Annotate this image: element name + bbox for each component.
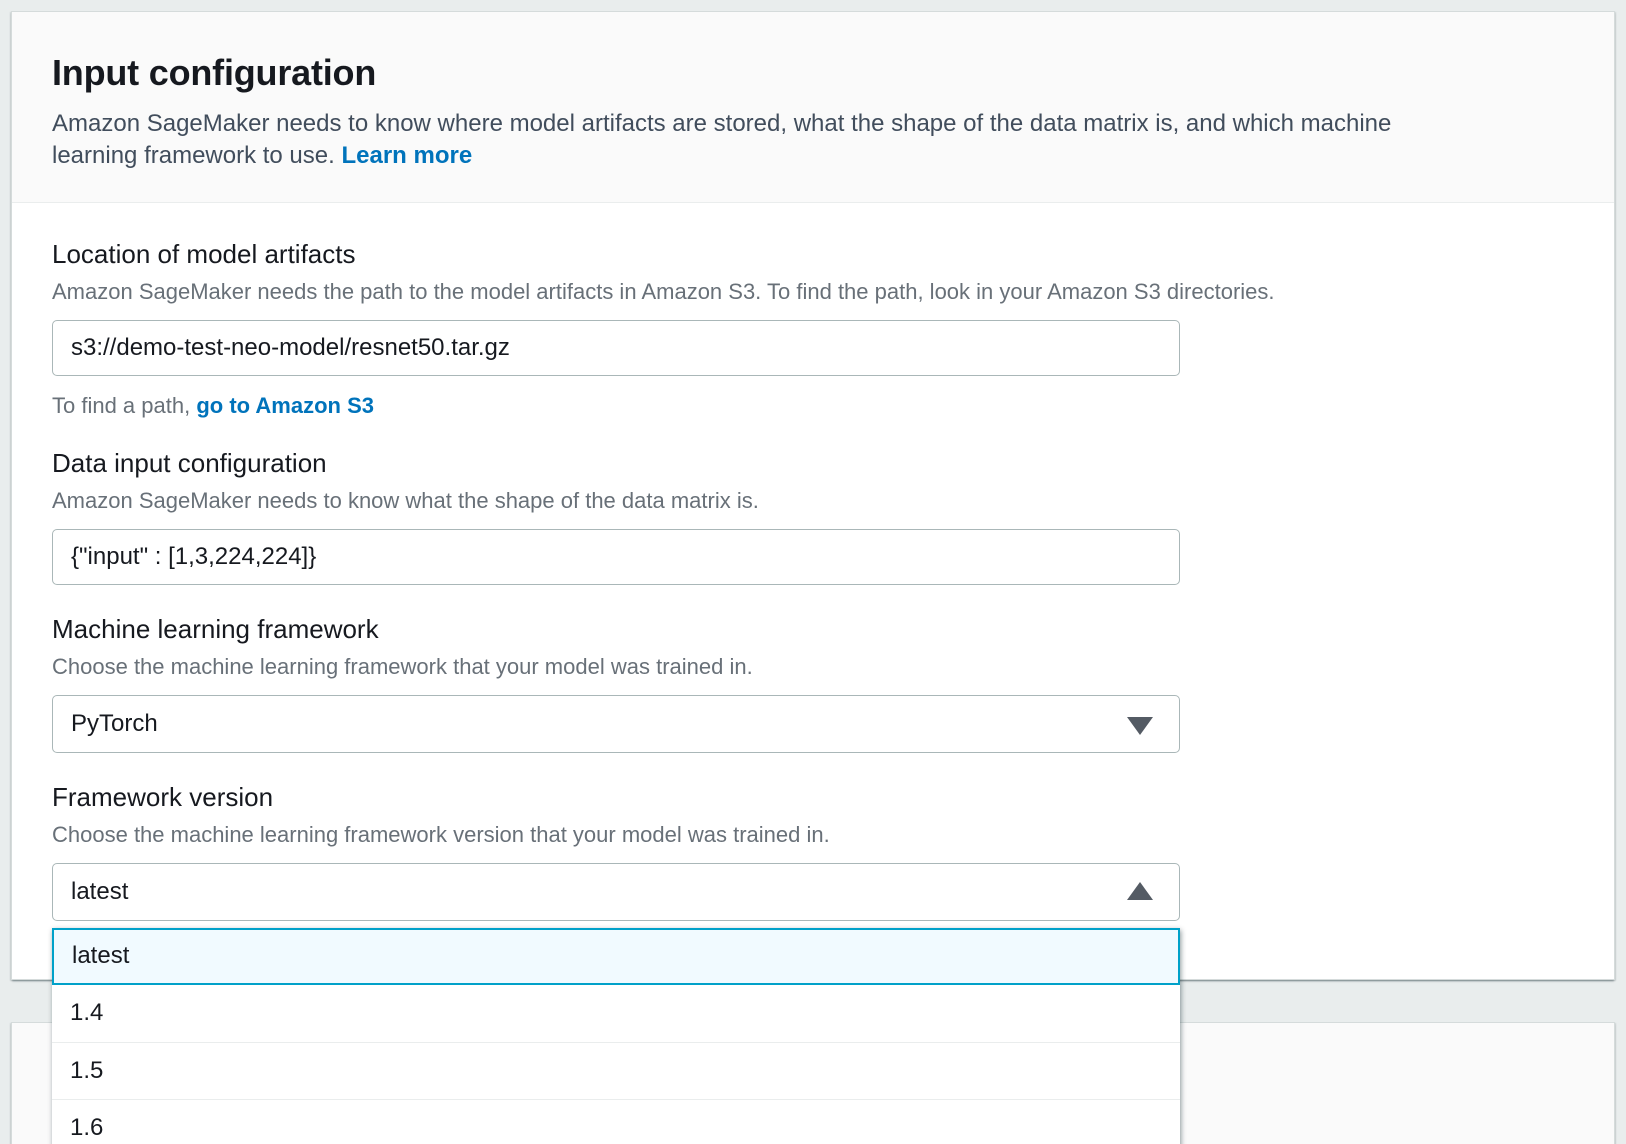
chevron-down-icon [1127, 717, 1153, 735]
section-description: Amazon SageMaker needs to know where mod… [52, 108, 1472, 172]
data-input-description: Amazon SageMaker needs to know what the … [52, 486, 1574, 516]
framework-version-description: Choose the machine learning framework ve… [52, 820, 1574, 850]
field-data-input-configuration: Data input configuration Amazon SageMake… [52, 446, 1574, 585]
learn-more-link[interactable]: Learn more [341, 142, 472, 169]
framework-description: Choose the machine learning framework th… [52, 652, 1574, 682]
page-background: Input configuration Amazon SageMaker nee… [0, 0, 1626, 1144]
framework-version-select-wrap: latest latest 1.4 1.5 1.6 [52, 863, 1180, 921]
dropdown-option-latest[interactable]: latest [52, 928, 1180, 985]
model-artifacts-description: Amazon SageMaker needs the path to the m… [52, 277, 1574, 307]
section-description-text: Amazon SageMaker needs to know where mod… [52, 110, 1391, 169]
framework-select-value: PyTorch [71, 710, 158, 738]
field-location-of-model-artifacts: Location of model artifacts Amazon SageM… [52, 237, 1574, 419]
section-header: Input configuration Amazon SageMaker nee… [12, 12, 1614, 203]
go-to-amazon-s3-link[interactable]: go to Amazon S3 [196, 393, 374, 418]
field-framework-version: Framework version Choose the machine lea… [52, 780, 1574, 921]
section-body: Location of model artifacts Amazon SageM… [12, 203, 1614, 979]
chevron-up-icon [1127, 882, 1153, 900]
framework-select[interactable]: PyTorch [52, 695, 1180, 753]
dropdown-option-1-4[interactable]: 1.4 [52, 985, 1180, 1042]
framework-label: Machine learning framework [52, 612, 1574, 646]
data-input-label: Data input configuration [52, 446, 1574, 480]
dropdown-option-1-5[interactable]: 1.5 [52, 1042, 1180, 1099]
input-configuration-card: Input configuration Amazon SageMaker nee… [11, 11, 1615, 980]
help-prefix-text: To find a path, [52, 393, 190, 418]
section-title: Input configuration [52, 52, 1574, 94]
field-machine-learning-framework: Machine learning framework Choose the ma… [52, 612, 1574, 753]
framework-version-select[interactable]: latest [52, 863, 1180, 921]
model-artifacts-help: To find a path, go to Amazon S3 [52, 393, 1574, 419]
framework-version-dropdown: latest 1.4 1.5 1.6 [52, 928, 1180, 1144]
model-artifacts-label: Location of model artifacts [52, 237, 1574, 271]
dropdown-option-1-6[interactable]: 1.6 [52, 1099, 1180, 1144]
framework-version-select-value: latest [71, 878, 128, 906]
framework-version-label: Framework version [52, 780, 1574, 814]
data-input-configuration-input[interactable] [52, 529, 1180, 585]
model-artifacts-input[interactable] [52, 320, 1180, 376]
